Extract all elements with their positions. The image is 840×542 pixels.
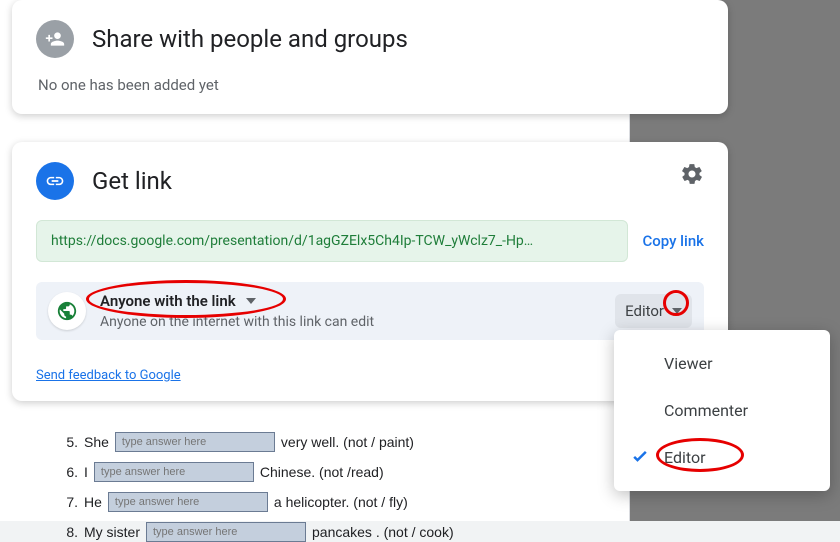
menu-item-label: Viewer <box>664 354 713 373</box>
share-card-header: Share with people and groups <box>36 20 704 58</box>
row-number: 7. <box>56 494 78 510</box>
settings-button[interactable] <box>680 162 704 190</box>
chevron-down-icon <box>672 308 682 314</box>
menu-item-viewer[interactable]: Viewer <box>614 340 830 387</box>
answer-input[interactable] <box>115 432 275 452</box>
menu-item-label: Editor <box>664 448 705 467</box>
row-tail: very well. (not / paint) <box>281 434 414 450</box>
get-link-header: Get link <box>36 162 704 200</box>
copy-link-button[interactable]: Copy link <box>642 232 704 250</box>
answer-input[interactable] <box>94 462 254 482</box>
link-url-box[interactable]: https://docs.google.com/presentation/d/1… <box>36 220 628 262</box>
row-subject: He <box>84 494 102 510</box>
role-menu: Viewer Commenter Editor <box>614 330 830 491</box>
menu-item-label: Commenter <box>664 401 748 420</box>
link-icon <box>36 162 74 200</box>
worksheet-row: 5. She very well. (not / paint) <box>56 432 609 452</box>
row-subject: She <box>84 434 109 450</box>
person-add-icon <box>36 20 74 58</box>
access-description: Anyone on the internet with this link ca… <box>100 314 601 330</box>
row-tail: Chinese. (not /read) <box>260 464 384 480</box>
row-number: 8. <box>56 524 78 540</box>
share-card: Share with people and groups No one has … <box>12 0 728 114</box>
row-tail: pancakes . (not / cook) <box>312 524 454 540</box>
worksheet-row: 6. I Chinese. (not /read) <box>56 462 609 482</box>
worksheet-row: 8. My sister pancakes . (not / cook) <box>56 522 609 542</box>
row-subject: My sister <box>84 524 140 540</box>
access-scope-dropdown[interactable]: Anyone with the link <box>100 292 601 310</box>
send-feedback-link[interactable]: Send feedback to Google <box>36 368 181 383</box>
access-text: Anyone with the link Anyone on the inter… <box>100 292 601 330</box>
row-subject: I <box>84 464 88 480</box>
menu-item-commenter[interactable]: Commenter <box>614 387 830 434</box>
menu-item-editor[interactable]: Editor <box>614 434 830 481</box>
link-row: https://docs.google.com/presentation/d/1… <box>36 220 704 262</box>
answer-input[interactable] <box>108 492 268 512</box>
globe-icon <box>48 292 86 330</box>
chevron-down-icon <box>246 298 256 304</box>
row-number: 5. <box>56 434 78 450</box>
check-icon <box>630 446 650 470</box>
role-label: Editor <box>625 302 664 320</box>
role-dropdown[interactable]: Editor <box>615 294 692 328</box>
access-row: Anyone with the link Anyone on the inter… <box>36 282 704 340</box>
row-number: 6. <box>56 464 78 480</box>
get-link-title: Get link <box>92 167 172 195</box>
worksheet-row: 7. He a helicopter. (not / fly) <box>56 492 609 512</box>
row-tail: a helicopter. (not / fly) <box>274 494 408 510</box>
share-title: Share with people and groups <box>92 25 408 53</box>
answer-input[interactable] <box>146 522 306 542</box>
share-subtitle: No one has been added yet <box>38 76 704 94</box>
access-scope-label: Anyone with the link <box>100 292 236 310</box>
